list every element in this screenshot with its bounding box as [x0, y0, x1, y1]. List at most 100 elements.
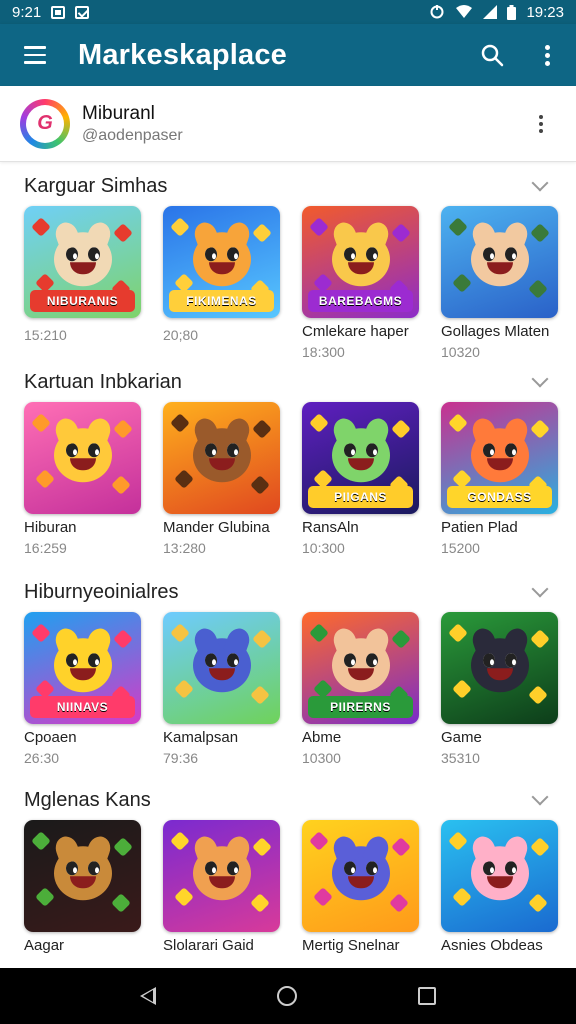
character-ear	[468, 833, 499, 866]
app-tile[interactable]: GONDASS Patien Plad 15200	[441, 402, 558, 556]
gem-icon	[170, 623, 190, 643]
app-tile[interactable]: PIIRERNS Abme 10300	[302, 612, 419, 766]
character-ear	[222, 219, 253, 252]
back-icon[interactable]	[140, 987, 157, 1005]
character-icon	[329, 625, 392, 693]
character-ear	[51, 625, 82, 658]
gem-icon	[448, 413, 468, 433]
app-thumbnail[interactable]	[302, 820, 419, 932]
gem-icon	[528, 279, 548, 299]
app-thumbnail[interactable]: PIIGANS	[302, 402, 419, 514]
character-icon	[51, 219, 114, 287]
overflow-menu-icon[interactable]	[532, 35, 562, 75]
character-mouth	[486, 667, 513, 680]
character-ear	[190, 219, 221, 252]
app-tile[interactable]: Slolarari Gaid	[163, 820, 280, 958]
app-tile[interactable]: Gollages Mlaten 10320	[441, 206, 558, 360]
app-download-count: 18:300	[302, 344, 345, 360]
chevron-down-icon[interactable]	[531, 174, 549, 192]
gem-icon	[452, 273, 472, 293]
section-header[interactable]: Kartuan Inbkarian	[0, 362, 576, 402]
gem-icon	[31, 217, 51, 237]
character-ear	[500, 625, 531, 658]
character-icon	[468, 219, 531, 287]
navigation-bar	[0, 968, 576, 1024]
gem-icon	[391, 223, 411, 243]
app-download-count: 16:259	[24, 540, 67, 556]
app-thumbnail[interactable]	[441, 206, 558, 318]
app-tile[interactable]: Asnies Obdeas	[441, 820, 558, 958]
character-mouth	[69, 875, 96, 888]
app-thumbnail[interactable]: NIINAVS	[24, 612, 141, 724]
search-icon[interactable]	[472, 35, 512, 75]
app-tile[interactable]: Hiburan 16:259	[24, 402, 141, 556]
gem-icon	[528, 893, 548, 913]
character-ear	[190, 415, 221, 448]
section-header[interactable]: Mglenas Kans	[0, 780, 576, 820]
app-tile[interactable]: Mertig Snelnar	[302, 820, 419, 958]
tile-row: Aagar Slolarari Gaid Mertig Snelnar Asnies …	[0, 820, 576, 958]
app-thumbnail[interactable]	[24, 820, 141, 932]
character-ear	[361, 219, 392, 252]
check-notification-icon	[75, 5, 90, 19]
app-thumbnail[interactable]: NIBURANIS	[24, 206, 141, 318]
app-name: Cpoaen	[24, 729, 77, 746]
chevron-down-icon[interactable]	[531, 580, 549, 598]
app-download-count: 10:300	[302, 540, 345, 556]
character-ear	[500, 833, 531, 866]
app-thumbnail[interactable]: FIKIMENAS	[163, 206, 280, 318]
gem-icon	[113, 629, 133, 649]
character-ear	[190, 833, 221, 866]
app-thumbnail[interactable]	[163, 612, 280, 724]
account-row[interactable]: G Miburanl @aodenpaser	[0, 86, 576, 162]
character-icon	[51, 625, 114, 693]
gem-icon	[31, 831, 51, 851]
character-ear	[51, 415, 82, 448]
app-thumbnail[interactable]	[441, 612, 558, 724]
chevron-down-icon[interactable]	[531, 370, 549, 388]
section: Mglenas Kans Aagar Slolarari Gaid Mertig Sn…	[0, 780, 576, 958]
app-tile[interactable]: NIBURANIS 15:210	[24, 206, 141, 360]
app-name: Abme	[302, 729, 342, 746]
section: Karguar Simhas NIBURANIS 15:210 FIKIMENAS 20…	[0, 166, 576, 360]
app-thumbnail[interactable]	[163, 820, 280, 932]
app-download-count: 10300	[302, 750, 341, 766]
avatar-logo-icon: G	[26, 104, 64, 143]
chevron-down-icon[interactable]	[531, 788, 549, 806]
app-tile[interactable]: PIIGANS RansAln 10:300	[302, 402, 419, 556]
app-thumbnail[interactable]	[441, 820, 558, 932]
app-download-count: 20;80	[163, 327, 199, 343]
app-tile[interactable]: Kamalpsan 79:36	[163, 612, 280, 766]
app-tile[interactable]: NIINAVS Cpoaen 26:30	[24, 612, 141, 766]
character-ear	[83, 219, 114, 252]
app-thumbnail[interactable]	[24, 402, 141, 514]
character-icon	[329, 415, 392, 483]
avatar[interactable]: G	[20, 98, 70, 149]
app-tile[interactable]: Aagar	[24, 820, 141, 958]
section-header[interactable]: Karguar Simhas	[0, 166, 576, 206]
recent-apps-icon[interactable]	[417, 987, 436, 1005]
battery-icon	[507, 4, 517, 20]
app-thumbnail[interactable]	[163, 402, 280, 514]
home-icon[interactable]	[276, 986, 297, 1006]
app-thumbnail[interactable]: BAREBAGMS	[302, 206, 419, 318]
app-tile[interactable]: Mander Glubina 13:280	[163, 402, 280, 556]
thumbnail-banner: NIBURANIS	[30, 290, 135, 312]
app-thumbnail[interactable]: PIIRERNS	[302, 612, 419, 724]
character-mouth	[208, 875, 235, 888]
account-menu-icon[interactable]	[526, 104, 556, 144]
gem-icon	[452, 887, 472, 907]
character-icon	[190, 219, 253, 287]
gem-icon	[391, 419, 411, 439]
menu-icon[interactable]	[14, 34, 56, 76]
character-ear	[51, 833, 82, 866]
app-tile[interactable]: Game 35310	[441, 612, 558, 766]
gem-icon	[31, 413, 51, 433]
gem-icon	[113, 223, 133, 243]
section-header[interactable]: Hiburnyeoinialres	[0, 572, 576, 612]
app-tile[interactable]: FIKIMENAS 20;80	[163, 206, 280, 360]
character-ear	[329, 415, 360, 448]
scroll-fade	[0, 956, 576, 968]
app-tile[interactable]: BAREBAGMS Cmlekare haper 18:300	[302, 206, 419, 360]
app-thumbnail[interactable]: GONDASS	[441, 402, 558, 514]
